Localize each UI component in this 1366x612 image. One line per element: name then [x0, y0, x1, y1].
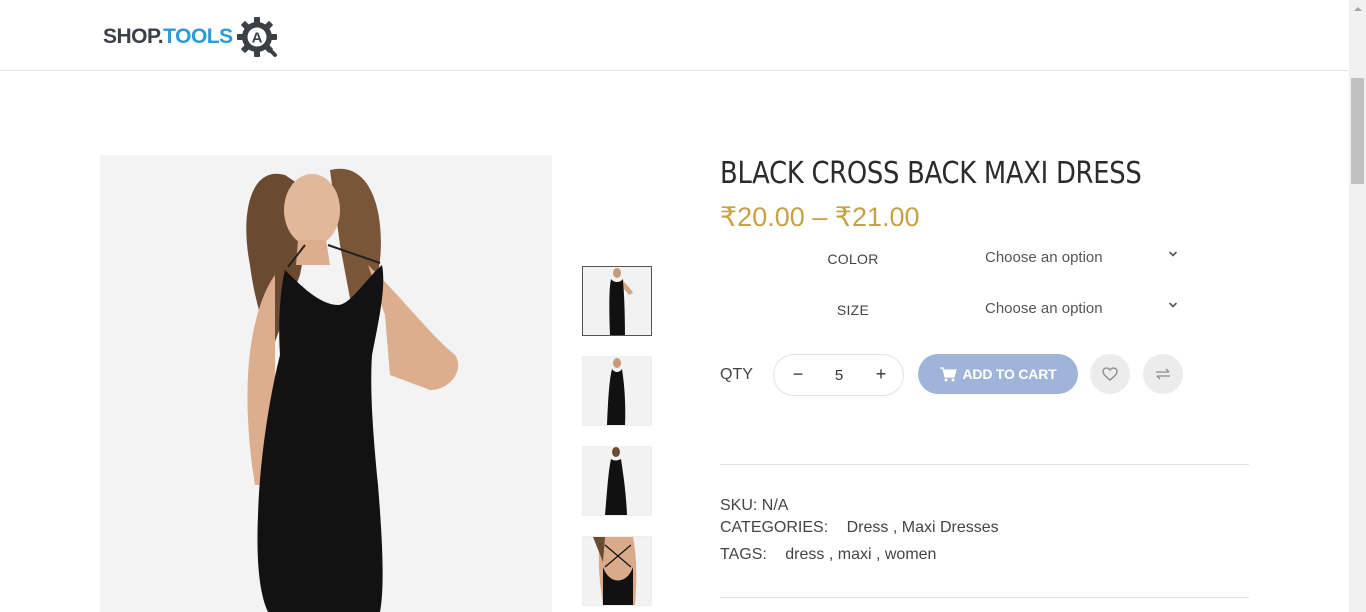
chevron-down-icon: [1168, 251, 1178, 257]
dress-front-thumb-image: [583, 267, 651, 335]
wishlist-button[interactable]: [1090, 354, 1130, 394]
qty-label: QTY: [720, 366, 753, 383]
color-select[interactable]: Choose an option: [985, 249, 1185, 266]
sku-value: N/A: [761, 497, 789, 514]
qty-decrease-button[interactable]: −: [786, 364, 810, 386]
compare-arrows-icon: [1156, 368, 1170, 380]
dress-side-thumb-image: [583, 357, 651, 425]
add-to-cart-label: ADD TO CART: [962, 366, 1057, 382]
size-select-value: Choose an option: [985, 300, 1103, 317]
scrollbar-thumb[interactable]: [1351, 78, 1364, 184]
logo-badge-letter: A: [251, 30, 262, 47]
tags-row: TAGS: dress , maxi , women: [720, 546, 937, 563]
size-select[interactable]: Choose an option: [985, 300, 1185, 317]
gallery-thumbnail[interactable]: [582, 356, 652, 426]
quantity-stepper: − 5 +: [773, 354, 904, 396]
tag-link-maxi[interactable]: maxi: [838, 546, 872, 563]
variation-label-color: COLOR: [827, 251, 879, 267]
tags-key: TAGS:: [720, 546, 767, 563]
gallery-thumbnail[interactable]: [582, 266, 652, 336]
page-scrollbar[interactable]: [1349, 0, 1366, 612]
compare-button[interactable]: [1143, 354, 1183, 394]
add-to-cart-button[interactable]: ADD TO CART: [918, 354, 1078, 394]
product-price: ₹20.00 – ₹21.00: [720, 202, 920, 232]
category-link-maxi-dresses[interactable]: Maxi Dresses: [902, 519, 999, 536]
cart-icon: [939, 366, 957, 381]
product-main-image[interactable]: [100, 155, 552, 612]
thumbnail-gallery: [582, 266, 652, 612]
categories-row: CATEGORIES: Dress , Maxi Dresses: [720, 519, 999, 536]
tag-link-dress[interactable]: dress: [785, 546, 824, 563]
product-title: BLACK CROSS BACK MAXI DRESS: [720, 156, 1142, 191]
site-header: SHOP. TOOLS A: [0, 0, 1349, 71]
sku-key: SKU:: [720, 497, 758, 514]
logo-text-shop: SHOP.: [103, 25, 164, 48]
dress-back-thumb-image: [583, 447, 651, 515]
qty-input[interactable]: 5: [819, 367, 859, 384]
categories-key: CATEGORIES:: [720, 519, 829, 536]
dress-photo-illustration: [100, 155, 552, 612]
divider: [720, 464, 1249, 465]
divider: [720, 597, 1249, 598]
logo-text-tools: TOOLS: [163, 25, 233, 48]
chevron-down-icon: [1168, 302, 1178, 308]
variation-label-size: SIZE: [836, 302, 870, 318]
category-link-dress[interactable]: Dress: [847, 519, 889, 536]
gallery-thumbnail[interactable]: [582, 536, 652, 606]
qty-increase-button[interactable]: +: [869, 364, 893, 386]
site-logo[interactable]: SHOP. TOOLS A: [103, 14, 279, 60]
color-select-value: Choose an option: [985, 249, 1103, 266]
scroll-up-arrow-icon[interactable]: [1349, 0, 1366, 17]
gallery-thumbnail[interactable]: [582, 446, 652, 516]
dress-back-detail-thumb-image: [583, 537, 651, 605]
product-page: SHOP. TOOLS A BLACK CROSS BACK MAXI DRES…: [0, 0, 1366, 612]
sku-row: SKU: N/A: [720, 497, 788, 515]
gear-logo-icon: A: [236, 17, 277, 57]
tag-link-women[interactable]: women: [885, 546, 937, 563]
heart-icon: [1102, 367, 1118, 381]
